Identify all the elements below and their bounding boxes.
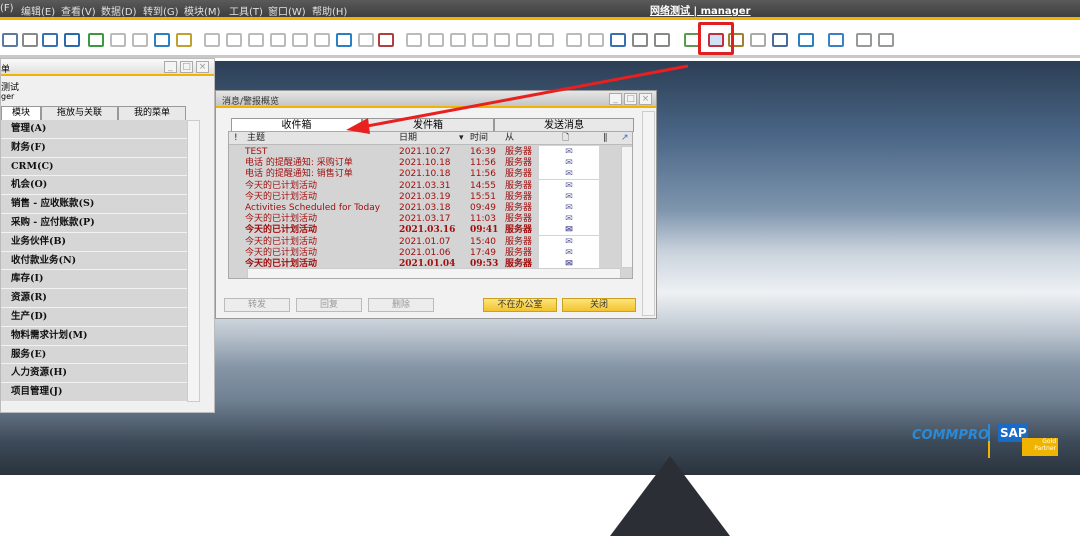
- commpro-logo: COMMPRO: [912, 428, 990, 443]
- gold-partner-badge: Gold Partner: [1022, 438, 1058, 456]
- logo-divider: [988, 424, 990, 458]
- annotation-arrow: [346, 64, 689, 134]
- partner-logos: COMMPRO SAP Gold Partner: [912, 422, 1062, 458]
